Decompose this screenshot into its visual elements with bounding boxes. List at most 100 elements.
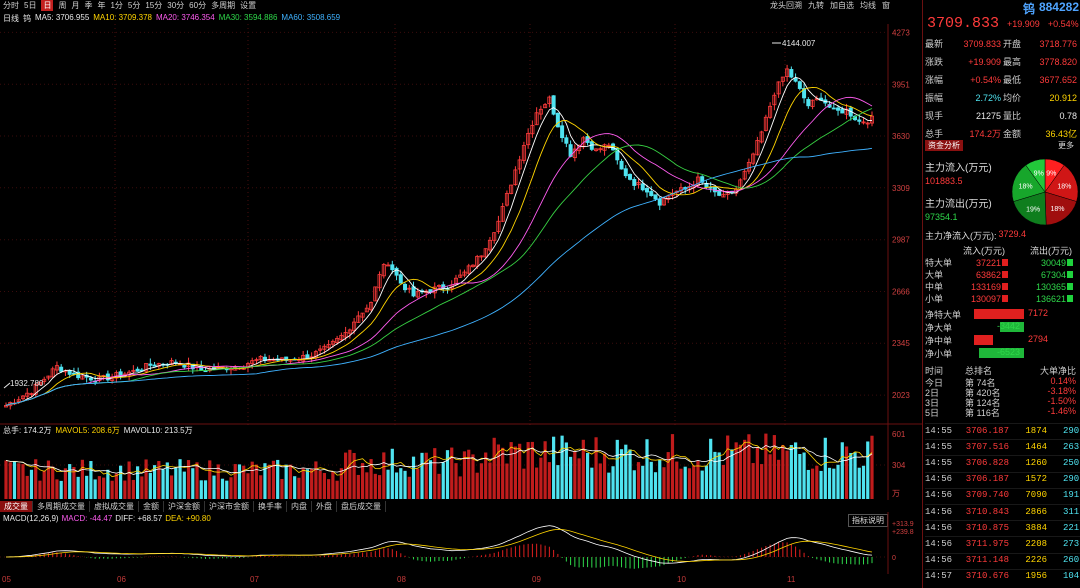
period-button[interactable]: 月 (71, 0, 79, 11)
quote-row: 现手 21275 量比 0.78 (925, 108, 1080, 123)
quote-value: 174.2万 (969, 129, 1001, 139)
period-button[interactable]: 分时 (3, 0, 19, 11)
instrument-title: 钨 884282 (923, 0, 1080, 16)
tick-count: 250 (1063, 457, 1080, 468)
quote-value: 3709.833 (963, 38, 1001, 49)
volume-bar-up (110, 480, 114, 499)
tick-time: 14:56 (925, 474, 953, 485)
tick-volume: 1464 (1025, 441, 1047, 452)
period-button[interactable]: 5分 (128, 0, 140, 11)
candlestick-chart[interactable]: 4273 3951 3630 3309 2987 2666 2345 2023 4144.007… (0, 24, 922, 425)
volume-bar-down (560, 435, 564, 499)
pie-slice-label: 18% (1050, 206, 1064, 213)
volume-tab[interactable]: 沪深市金额 (205, 501, 254, 512)
instrument-code: 884282 (1038, 0, 1079, 14)
period-button[interactable]: 30分 (167, 0, 184, 11)
chart-option-button[interactable]: 均线 (860, 0, 876, 11)
quote-key: 均价 (1003, 93, 1022, 103)
period-button[interactable]: 年 (97, 0, 105, 11)
flow-row: 小单 130097 136621 (925, 293, 1080, 304)
net-inflow-label: 主力净流入(万元): (925, 231, 997, 241)
period-button[interactable]: 周 (58, 0, 66, 11)
volume-bar-down (191, 468, 195, 499)
net-flow-value: -6523 (997, 347, 1021, 357)
volume-bar-down (641, 465, 645, 499)
volume-bar-down (866, 441, 870, 499)
chart-option-button[interactable]: 龙头回溯 (770, 0, 802, 11)
volume-bar-down (220, 478, 225, 499)
more-link[interactable]: 更多 (1055, 140, 1077, 151)
period-button[interactable]: 15分 (145, 0, 162, 11)
tick-volume: 7090 (1025, 490, 1047, 501)
volume-tab[interactable]: 成交量 (0, 501, 33, 512)
volume-bar-down (420, 452, 424, 499)
tick-row: 14:56 3711.975 2208 273 (925, 536, 1080, 550)
volume-bar-up (25, 475, 29, 499)
volume-bar-down (441, 462, 445, 499)
candle-down (645, 188, 650, 193)
volume-bar-down (683, 466, 687, 499)
volume-bar-down (445, 450, 450, 499)
period-button[interactable]: 1分 (110, 0, 122, 11)
volume-tab[interactable]: 外盘 (312, 501, 337, 512)
volume-tab[interactable]: 换手率 (254, 501, 287, 512)
quote-key: 开盘 (1003, 39, 1022, 49)
macd-chart[interactable]: +313.9+239.8 0 (0, 512, 922, 574)
rank-position: 第 124名 (965, 398, 1001, 408)
volume-bar-up (318, 470, 322, 499)
volume-tab[interactable]: 盘后成交量 (337, 501, 386, 512)
volume-bar-down (237, 464, 242, 499)
volume-bar-up (488, 462, 492, 499)
period-button[interactable]: 设置 (240, 0, 256, 11)
period-button[interactable]: 多周期 (211, 0, 235, 11)
tab-fund-analysis[interactable]: 资金分析 (925, 140, 963, 151)
period-button[interactable]: 日 (41, 0, 54, 11)
net-flow-value: -3442 (997, 321, 1021, 331)
volume-tab[interactable]: 金额 (139, 501, 164, 512)
period-button[interactable]: 5日 (24, 0, 36, 11)
net-flow-bar (974, 335, 994, 345)
volume-bar-down (832, 468, 836, 499)
volume-bar-up (216, 464, 220, 499)
volume-chart[interactable]: 601 304 万 (0, 425, 922, 500)
volume-tab[interactable]: 沪深金额 (164, 501, 205, 512)
volume-bar-up (382, 452, 386, 499)
volume-bar-down (730, 449, 734, 499)
volume-bar-down (564, 442, 568, 499)
pie-slice-label: 18% (1019, 183, 1033, 190)
volume-bar-up (450, 447, 454, 499)
volume-bar-up (479, 463, 484, 499)
tick-time: 14:56 (925, 555, 953, 566)
volume-bar-up (373, 473, 377, 499)
volume-tab[interactable]: 虚拟成交量 (90, 501, 139, 512)
volume-bar-down (849, 453, 853, 499)
candle-down (840, 108, 845, 114)
volume-bar-up (331, 471, 335, 499)
candle-down (564, 137, 569, 144)
tick-count: 104 (1063, 571, 1080, 582)
tick-volume: 1956 (1025, 571, 1047, 582)
volume-tab[interactable]: 多周期成交量 (33, 501, 90, 512)
volume-indicator-tabs: 成交量 多周期成交量 虚拟成交量 金额 沪深金额 沪深市金额 换手率 内盘 外盘 盘后成交量 (0, 501, 420, 512)
ma20-line (5, 96, 873, 406)
volume-bar-down (827, 467, 832, 499)
rank-position: 第 74名 (965, 378, 996, 388)
tick-time: 14:56 (925, 522, 953, 533)
chart-option-button[interactable]: 窗 (882, 0, 890, 11)
period-button[interactable]: 季 (84, 0, 92, 11)
tick-count: 290 (1063, 474, 1080, 485)
volume-bar-down (802, 452, 806, 499)
volume-bar-down (653, 472, 658, 499)
main-inflow-label: 主力流入(万元) (925, 163, 992, 174)
volume-bar-up (280, 478, 284, 499)
candle-down (560, 125, 565, 139)
chart-option-button[interactable]: 加自选 (830, 0, 854, 11)
quote-value: +19.909 (968, 56, 1001, 67)
rank-period: 今日 (925, 378, 944, 388)
tick-volume: 1260 (1025, 457, 1047, 468)
volume-tab[interactable]: 内盘 (287, 501, 312, 512)
volume-bar-down (390, 448, 394, 499)
quote-value: 21275 (975, 110, 1001, 121)
chart-option-button[interactable]: 九转 (808, 0, 824, 11)
period-button[interactable]: 60分 (189, 0, 206, 11)
